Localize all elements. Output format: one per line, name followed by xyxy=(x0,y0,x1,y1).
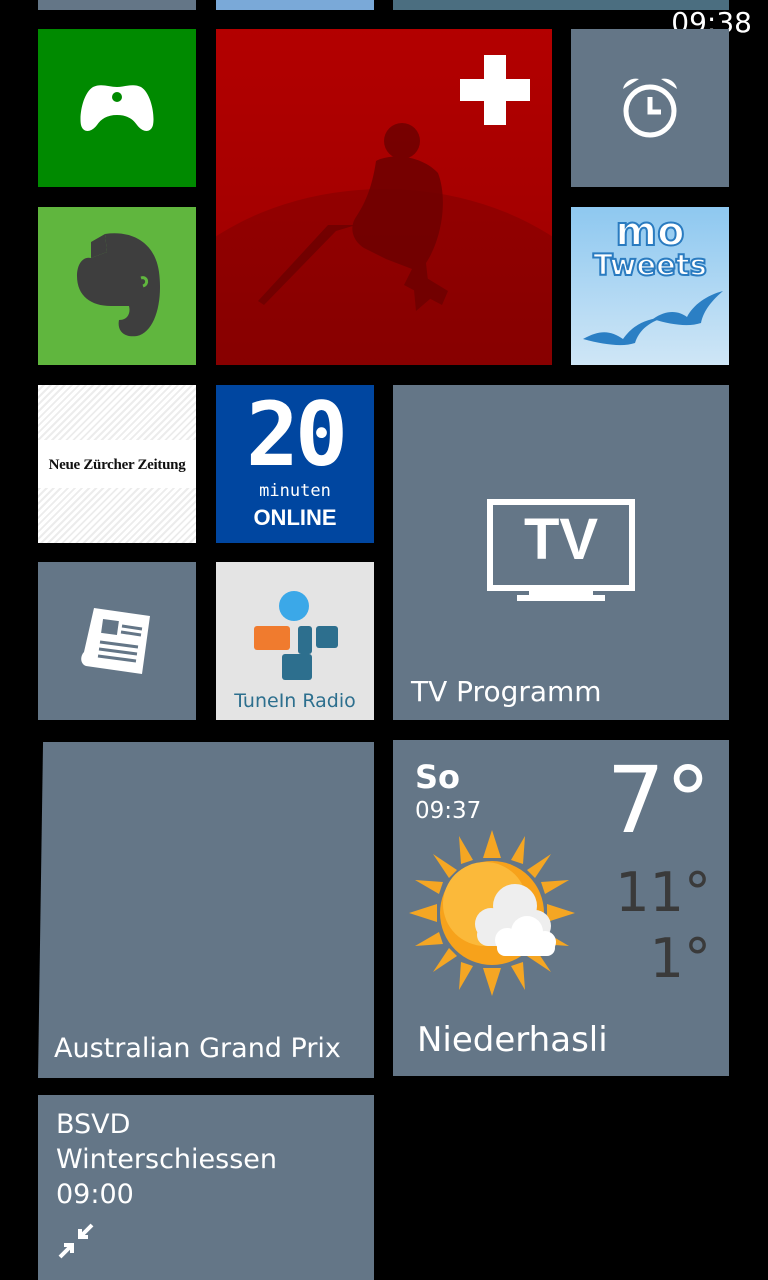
tunein-logo-icon xyxy=(250,590,342,682)
tile-australian-grand-prix[interactable]: Australian Grand Prix xyxy=(38,742,374,1078)
swiss-cross-icon xyxy=(460,55,530,125)
weather-low-temp: 1° xyxy=(649,927,711,990)
tile-alarms[interactable] xyxy=(571,29,729,187)
motweets-logo-line2: Tweets xyxy=(592,248,708,282)
weather-high-temp: 11° xyxy=(615,861,711,924)
collapse-arrows-icon xyxy=(56,1221,96,1261)
tile-partial-top-left[interactable] xyxy=(38,0,196,10)
sun-cloud-icon xyxy=(407,828,577,998)
tile-motweets[interactable]: mo Tweets xyxy=(571,207,729,365)
weather-current-temp: 7° xyxy=(606,747,711,854)
tile-tunein-radio[interactable]: TuneIn Radio xyxy=(216,562,374,720)
nzz-masthead-band: Neue Zürcher Zeitung xyxy=(38,440,196,488)
weather-location: Niederhasli xyxy=(417,1020,608,1060)
tunein-label: TuneIn Radio xyxy=(234,690,356,712)
tile-sport-app[interactable] xyxy=(216,29,552,365)
tile-weather[interactable]: So 09:37 7° 11° 1° Niederhasli xyxy=(393,740,729,1076)
tv-icon-glyph: TV xyxy=(523,507,599,572)
news20-brand: ONLINE xyxy=(253,505,337,530)
calendar-event-title: BSVD xyxy=(56,1109,131,1140)
weather-day: So xyxy=(415,758,461,796)
motweets-logo-line1: mo xyxy=(614,209,685,255)
weather-time: 09:37 xyxy=(415,798,482,824)
tile-20-minuten[interactable]: 20 minuten ONLINE xyxy=(216,385,374,543)
elephant-icon xyxy=(71,232,163,340)
news20-sub: minuten xyxy=(259,481,331,501)
tile-tv-programm[interactable]: TV TV Programm xyxy=(393,385,729,720)
tile-evernote[interactable] xyxy=(38,207,196,365)
news20-number: 20 xyxy=(246,385,348,486)
tile-xbox-games[interactable] xyxy=(38,29,196,187)
tile-partial-top-mid[interactable] xyxy=(216,0,374,10)
tile-calendar[interactable]: BSVD Winterschiessen 09:00 xyxy=(38,1095,374,1280)
calendar-event-subtitle: Winterschiessen xyxy=(56,1144,278,1175)
nzz-masthead: Neue Zürcher Zeitung xyxy=(48,457,186,473)
tv-programm-label: TV Programm xyxy=(411,675,602,708)
newspaper-icon xyxy=(80,604,154,678)
birds-icon xyxy=(575,289,725,361)
tile-nzz[interactable]: Neue Zürcher Zeitung xyxy=(38,385,196,543)
gamepad-icon xyxy=(79,81,155,135)
tile-news-reader[interactable] xyxy=(38,562,196,720)
race-label: Australian Grand Prix xyxy=(54,1033,341,1064)
calendar-event-time: 09:00 xyxy=(56,1179,134,1210)
alarm-clock-icon xyxy=(619,75,681,141)
